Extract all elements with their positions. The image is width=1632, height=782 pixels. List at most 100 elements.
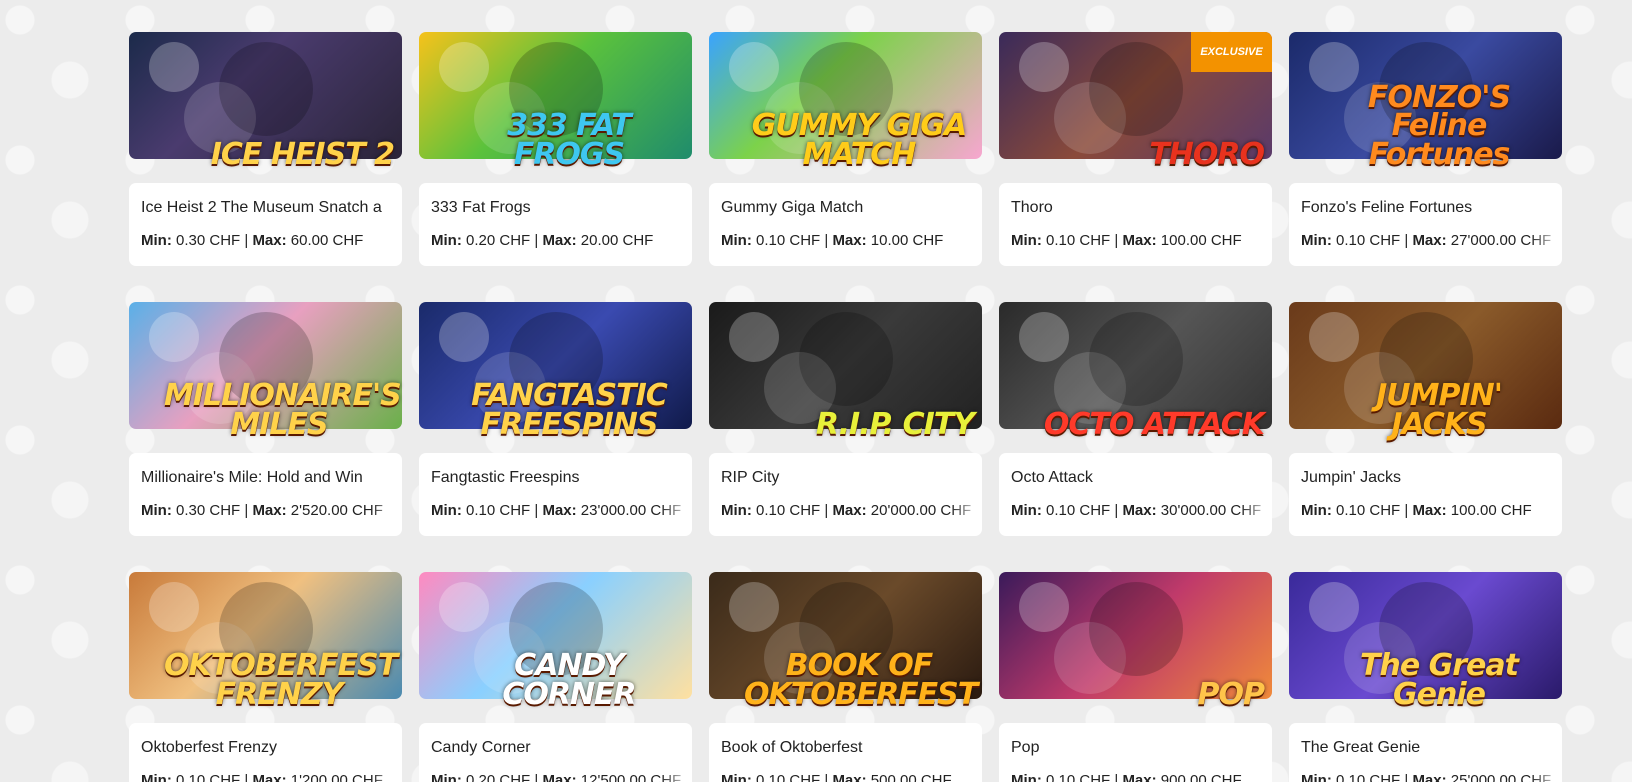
limit-separator: |: [1400, 772, 1413, 782]
max-label: Max:: [832, 502, 867, 519]
min-label: Min:: [1301, 502, 1332, 519]
game-tile[interactable]: THORO EXCLUSIVE Thoro Min: 0.10 CHF | Ma…: [999, 32, 1272, 266]
min-label: Min:: [431, 232, 462, 249]
game-tile[interactable]: BOOK OF OKTOBERFEST Book of Oktoberfest …: [709, 572, 982, 782]
bet-limits: Min: 0.10 CHF | Max: 1'200.00 CHF: [141, 772, 402, 782]
min-label: Min:: [431, 502, 462, 519]
game-title: Gummy Giga Match: [721, 199, 864, 216]
diamond-icon: [219, 42, 313, 136]
bet-limits: Min: 0.10 CHF | Max: 100.00 CHF: [1011, 232, 1272, 249]
octopus-icon: [1089, 312, 1183, 406]
beer-mug-icon: [729, 582, 779, 632]
game-thumbnail[interactable]: THORO EXCLUSIVE: [999, 32, 1272, 169]
max-value: 100.00 CHF: [1450, 502, 1532, 519]
game-thumbnail[interactable]: POP: [999, 572, 1272, 709]
game-info-card[interactable]: Millionaire's Mile: Hold and Win Min: 0.…: [129, 453, 402, 536]
game-thumbnail[interactable]: CANDY CORNER: [419, 572, 692, 709]
game-info-card[interactable]: RIP City Min: 0.10 CHF | Max: 20'000.00 …: [709, 453, 982, 536]
min-label: Min:: [721, 502, 752, 519]
game-thumbnail[interactable]: FONZO'S Feline Fortunes: [1289, 32, 1562, 169]
game-info-card[interactable]: Oktoberfest Frenzy Min: 0.10 CHF | Max: …: [129, 723, 402, 782]
game-info-card[interactable]: Gummy Giga Match Min: 0.10 CHF | Max: 10…: [709, 183, 982, 266]
game-info-card[interactable]: Jumpin' Jacks Min: 0.10 CHF | Max: 100.0…: [1289, 453, 1562, 536]
game-thumbnail[interactable]: The Great Genie: [1289, 572, 1562, 709]
max-value: 20'000.00 CHF: [870, 502, 972, 519]
game-tile[interactable]: POP Pop Min: 0.10 CHF | Max: 900.00 CHF: [999, 572, 1272, 782]
game-thumbnail[interactable]: OKTOBERFEST FRENZY: [129, 572, 402, 709]
game-title: The Great Genie: [1301, 739, 1421, 756]
max-label: Max:: [1412, 232, 1447, 249]
max-label: Max:: [542, 772, 577, 782]
game-tile[interactable]: JUMPIN' JACKS Jumpin' Jacks Min: 0.10 CH…: [1289, 302, 1562, 536]
genie-icon: [1309, 582, 1359, 632]
min-label: Min:: [721, 232, 752, 249]
max-label: Max:: [1122, 232, 1157, 249]
game-tile[interactable]: MILLIONAIRE'S MILES Millionaire's Mile: …: [129, 302, 402, 536]
min-label: Min:: [1011, 502, 1042, 519]
max-label: Max:: [1122, 502, 1157, 519]
game-tile[interactable]: OKTOBERFEST FRENZY Oktoberfest Frenzy Mi…: [129, 572, 402, 782]
game-thumbnail[interactable]: ICE HEIST 2: [129, 32, 402, 169]
game-info-card[interactable]: Ice Heist 2 The Museum Snatch a Min: 0.3…: [129, 183, 402, 266]
limit-separator: |: [240, 232, 253, 249]
min-value: 0.10 CHF: [1046, 232, 1111, 249]
game-tile[interactable]: R.I.P. CITY RIP City Min: 0.10 CHF | Max…: [709, 302, 982, 536]
game-thumbnail[interactable]: GUMMY GIGA MATCH: [709, 32, 982, 169]
game-thumbnail[interactable]: R.I.P. CITY: [709, 302, 982, 439]
limit-separator: |: [1400, 232, 1413, 249]
game-info-card[interactable]: Octo Attack Min: 0.10 CHF | Max: 30'000.…: [999, 453, 1272, 536]
min-label: Min:: [721, 772, 752, 782]
game-tile[interactable]: OCTO ATTACK Octo Attack Min: 0.10 CHF | …: [999, 302, 1272, 536]
game-logo: ICE HEIST 2: [210, 136, 395, 172]
min-label: Min:: [1301, 232, 1332, 249]
cat-cartoon-icon: [729, 312, 779, 362]
game-tile[interactable]: The Great Genie The Great Genie Min: 0.1…: [1289, 572, 1562, 782]
max-label: Max:: [1122, 772, 1157, 782]
max-label: Max:: [252, 502, 287, 519]
game-thumbnail[interactable]: OCTO ATTACK: [999, 302, 1272, 439]
game-thumbnail[interactable]: JUMPIN' JACKS: [1289, 302, 1562, 439]
game-tile[interactable]: 333 FAT FROGS 333 Fat Frogs Min: 0.20 CH…: [419, 32, 692, 266]
game-info-card[interactable]: Pop Min: 0.10 CHF | Max: 900.00 CHF: [999, 723, 1272, 782]
min-value: 0.20 CHF: [466, 772, 531, 782]
game-title: Thoro: [1011, 199, 1053, 216]
game-info-card[interactable]: Fangtastic Freespins Min: 0.10 CHF | Max…: [419, 453, 692, 536]
game-thumbnail[interactable]: BOOK OF OKTOBERFEST: [709, 572, 982, 709]
min-value: 0.30 CHF: [176, 502, 241, 519]
max-label: Max:: [832, 772, 867, 782]
game-logo: OKTOBERFEST FRENZY: [164, 648, 398, 712]
bet-limits: Min: 0.10 CHF | Max: 10.00 CHF: [721, 232, 982, 249]
game-logo: POP: [1197, 676, 1265, 712]
min-value: 0.10 CHF: [1336, 502, 1401, 519]
limit-separator: |: [530, 232, 543, 249]
min-label: Min:: [431, 772, 462, 782]
bet-limits: Min: 0.10 CHF | Max: 20'000.00 CHF: [721, 502, 982, 519]
game-tile[interactable]: FANGTASTIC FREESPINS Fangtastic Freespin…: [419, 302, 692, 536]
max-value: 27'000.00 CHF: [1450, 232, 1552, 249]
game-info-card[interactable]: Candy Corner Min: 0.20 CHF | Max: 12'500…: [419, 723, 692, 782]
game-info-card[interactable]: 333 Fat Frogs Min: 0.20 CHF | Max: 20.00…: [419, 183, 692, 266]
octopus-icon: [1019, 312, 1069, 362]
game-title: Ice Heist 2 The Museum Snatch a: [141, 199, 382, 216]
min-value: 0.10 CHF: [176, 772, 241, 782]
game-logo: THORO: [1149, 136, 1265, 172]
limit-separator: |: [1400, 502, 1413, 519]
game-thumbnail[interactable]: MILLIONAIRE'S MILES: [129, 302, 402, 439]
game-thumbnail[interactable]: 333 FAT FROGS: [419, 32, 692, 169]
game-logo: CANDY CORNER: [502, 648, 636, 712]
game-tile[interactable]: CANDY CORNER Candy Corner Min: 0.20 CHF …: [419, 572, 692, 782]
game-thumbnail[interactable]: FANGTASTIC FREESPINS: [419, 302, 692, 439]
game-tile[interactable]: ICE HEIST 2 Ice Heist 2 The Museum Snatc…: [129, 32, 402, 266]
game-logo: GUMMY GIGA MATCH: [751, 108, 968, 172]
game-tile[interactable]: GUMMY GIGA MATCH Gummy Giga Match Min: 0…: [709, 32, 982, 266]
max-value: 1'200.00 CHF: [290, 772, 383, 782]
game-title: Octo Attack: [1011, 469, 1093, 486]
game-tile[interactable]: FONZO'S Feline Fortunes Fonzo's Feline F…: [1289, 32, 1562, 266]
game-info-card[interactable]: The Great Genie Min: 0.10 CHF | Max: 25'…: [1289, 723, 1562, 782]
game-info-card[interactable]: Thoro Min: 0.10 CHF | Max: 100.00 CHF: [999, 183, 1272, 266]
game-info-card[interactable]: Fonzo's Feline Fortunes Min: 0.10 CHF | …: [1289, 183, 1562, 266]
game-info-card[interactable]: Book of Oktoberfest Min: 0.10 CHF | Max:…: [709, 723, 982, 782]
game-title: Fangtastic Freespins: [431, 469, 580, 486]
bet-limits: Min: 0.10 CHF | Max: 27'000.00 CHF: [1301, 232, 1562, 249]
max-value: 2'520.00 CHF: [290, 502, 383, 519]
